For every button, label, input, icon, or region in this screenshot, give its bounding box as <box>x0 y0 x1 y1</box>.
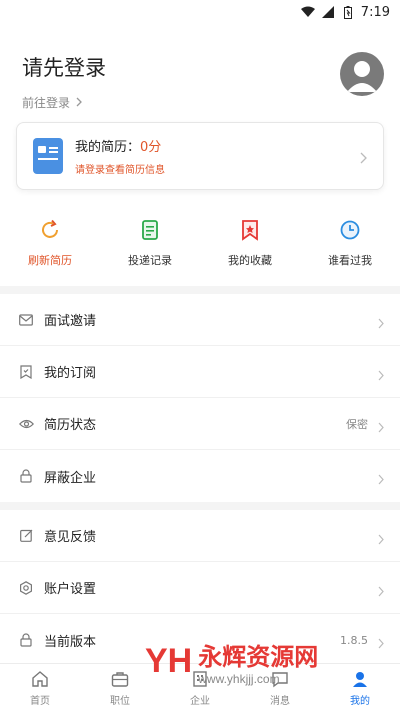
tab-home[interactable]: 首页 <box>10 668 70 707</box>
chevron-right-icon <box>378 582 384 601</box>
action-refresh-resume[interactable]: 刷新简历 <box>10 216 90 286</box>
tab-label: 消息 <box>270 696 290 707</box>
avatar[interactable] <box>340 52 384 96</box>
tab-label: 职位 <box>110 696 130 707</box>
chevron-right-icon <box>378 530 384 549</box>
resume-card[interactable]: 我的简历：0分 请登录查看简历信息 <box>16 122 384 190</box>
tab-label: 首页 <box>30 696 50 707</box>
resume-icon <box>33 138 63 174</box>
login-link[interactable]: 前往登录 <box>22 94 378 111</box>
chevron-right-icon <box>76 96 82 110</box>
action-who-viewed-me[interactable]: 谁看过我 <box>310 216 390 286</box>
battery-icon <box>341 5 355 19</box>
refresh-icon <box>10 216 90 244</box>
status-time: 7:19 <box>360 4 390 20</box>
document-icon <box>110 216 190 244</box>
tab-label: 我的 <box>350 696 370 707</box>
status-bar: 7:19 <box>0 0 400 24</box>
watermark-name: 永辉资源网 <box>198 642 319 671</box>
menu-label: 面试邀请 <box>44 314 97 329</box>
signal-icon <box>321 5 335 19</box>
resume-hint: 请登录查看简历信息 <box>75 165 165 176</box>
clock-icon <box>310 216 390 244</box>
chevron-right-icon <box>378 314 384 333</box>
menu-group-1: 面试邀请 我的订阅 简历状态 保密 屏蔽企业 <box>0 294 400 502</box>
tab-jobs[interactable]: 职位 <box>90 668 150 707</box>
home-icon <box>10 668 70 690</box>
bookmark-icon <box>210 216 290 244</box>
chevron-right-icon <box>360 149 367 168</box>
action-label: 投递记录 <box>128 254 172 267</box>
menu-label: 当前版本 <box>44 634 97 650</box>
wifi-icon <box>300 5 315 19</box>
section-divider <box>0 286 400 294</box>
mail-icon <box>18 312 34 328</box>
menu-item-feedback[interactable]: 意见反馈 <box>0 510 400 562</box>
menu-label: 屏蔽企业 <box>44 470 97 486</box>
quick-actions: 刷新简历 投递记录 我的收藏 谁看过我 <box>0 216 400 286</box>
chevron-right-icon <box>378 470 384 489</box>
resume-status-value: 保密 <box>346 417 368 431</box>
menu-item-block-companies[interactable]: 屏蔽企业 <box>0 450 400 502</box>
subscribe-icon <box>18 364 34 380</box>
menu-item-resume-status[interactable]: 简历状态 保密 <box>0 398 400 450</box>
chevron-right-icon <box>378 418 384 437</box>
chevron-right-icon <box>378 366 384 385</box>
menu-label: 简历状态 <box>44 418 97 433</box>
gear-icon <box>18 580 34 596</box>
action-my-favorites[interactable]: 我的收藏 <box>210 216 290 286</box>
menu-label: 意见反馈 <box>44 530 97 545</box>
edit-icon <box>18 528 34 544</box>
action-label: 谁看过我 <box>328 254 372 267</box>
profile-header: 请先登录 前往登录 <box>0 24 400 122</box>
lock-icon <box>18 632 34 648</box>
menu-item-my-subscriptions[interactable]: 我的订阅 <box>0 346 400 398</box>
resume-score: 0分 <box>140 140 162 155</box>
watermark-logo: YH <box>145 641 193 680</box>
menu-item-interview-invitations[interactable]: 面试邀请 <box>0 294 400 346</box>
section-divider <box>0 502 400 510</box>
resume-title-prefix: 我的简历： <box>75 140 141 155</box>
tab-label: 企业 <box>190 696 210 707</box>
menu-label: 账户设置 <box>44 582 97 597</box>
eye-icon <box>18 416 34 432</box>
action-delivery-records[interactable]: 投递记录 <box>110 216 190 286</box>
login-title[interactable]: 请先登录 <box>22 52 378 82</box>
lock-icon <box>18 468 34 484</box>
menu-label: 我的订阅 <box>44 366 97 381</box>
resume-title: 我的简历：0分 <box>75 136 165 155</box>
login-link-label: 前往登录 <box>22 96 71 110</box>
watermark-url: www.yhkjjj.com <box>198 671 280 686</box>
briefcase-icon <box>90 668 150 690</box>
action-label: 我的收藏 <box>228 254 272 267</box>
menu-item-account-settings[interactable]: 账户设置 <box>0 562 400 614</box>
watermark: YH 永辉资源网 www.yhkjjj.com <box>145 631 385 691</box>
action-label: 刷新简历 <box>28 254 72 267</box>
